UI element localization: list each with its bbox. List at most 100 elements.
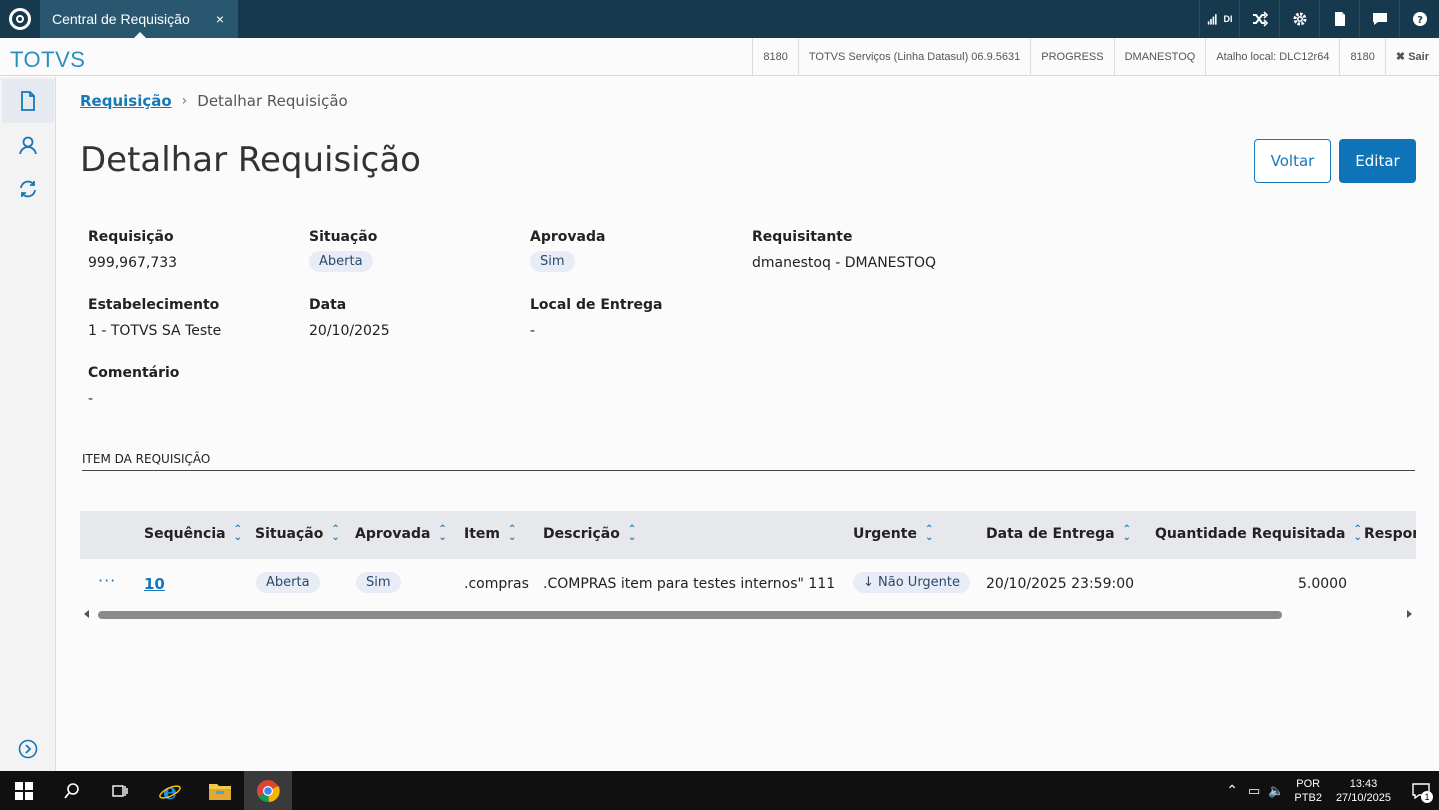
breadcrumb-separator-icon: › (181, 93, 188, 109)
field-value: 999,967,733 (88, 255, 178, 271)
sort-icon: ⌃ ⌄ (1353, 524, 1362, 543)
page-title: Detalhar Requisição (80, 140, 421, 180)
col-label: Situação (255, 526, 324, 542)
row-actions-icon[interactable]: ··· (98, 571, 116, 590)
document-icon[interactable] (1319, 0, 1359, 38)
sort-icon: ⌃ ⌄ (438, 524, 447, 543)
row-status-badge: Aberta (256, 572, 320, 593)
svg-text:e: e (163, 779, 177, 803)
field-label: Situação (309, 229, 378, 245)
volume-icon[interactable]: 🔈 (1268, 783, 1284, 799)
col-label: Sequência (144, 526, 226, 542)
info-database: PROGRESS (1030, 38, 1113, 75)
top-icons: DI ? (1199, 0, 1439, 38)
chat-icon[interactable] (1359, 0, 1399, 38)
row-approved-badge: Sim (356, 572, 401, 593)
field-label: Requisição (88, 229, 174, 245)
sort-icon: ⌃ ⌄ (924, 524, 934, 543)
rail-refresh-button[interactable] (2, 167, 54, 211)
horizontal-scrollbar[interactable] (80, 608, 1416, 622)
signal-icon[interactable]: DI (1199, 0, 1239, 38)
field-value: dmanestoq - DMANESTOQ (752, 255, 937, 271)
field-estabelecimento: Estabelecimento 1 - TOTVS SA Teste (88, 297, 221, 339)
rail-user-button[interactable] (2, 123, 54, 167)
tab-central-requisicao[interactable]: Central de Requisição × (40, 0, 238, 38)
clock[interactable]: 13:43 27/10/2025 (1336, 777, 1391, 805)
info-product: TOTVS Serviços (Linha Datasul) 06.9.5631 (797, 38, 1030, 75)
document-icon (21, 91, 35, 111)
scroll-left-icon[interactable] (84, 610, 89, 618)
field-value: 20/10/2025 (309, 323, 390, 339)
row-sequencia-link[interactable]: 10 (144, 575, 165, 593)
sort-icon: ⌃ ⌄ (1122, 524, 1131, 543)
task-view-icon[interactable] (96, 771, 144, 810)
shuffle-icon[interactable] (1239, 0, 1279, 38)
row-descricao: .COMPRAS item para testes internos" 111 (543, 576, 836, 592)
field-comentario: Comentário - (88, 365, 179, 407)
chevron-right-circle-icon (18, 739, 38, 759)
col-aprovada[interactable]: Aprovada ⌃ ⌄ (355, 524, 447, 543)
approved-badge: Sim (530, 251, 575, 272)
clock-date: 27/10/2025 (1335, 791, 1391, 804)
refresh-icon (20, 180, 36, 198)
col-urgente[interactable]: Urgente ⌃ ⌄ (853, 524, 934, 543)
field-requisicao: Requisição 999,967,733 (88, 229, 177, 271)
logout-button[interactable]: ✖ Sair (1384, 38, 1439, 75)
edit-button[interactable]: Editar (1339, 139, 1416, 183)
field-value: 1 - TOTVS SA Teste (88, 323, 222, 339)
col-item[interactable]: Item ⌃ ⌄ (464, 525, 516, 543)
totvs-logo-icon[interactable] (9, 8, 31, 30)
field-situacao: Situação Aberta (309, 229, 377, 272)
windows-taskbar: e ⌃ ▭ 🔈 POR PTB2 13:43 27/10/2025 1 (0, 771, 1439, 810)
row-quantidade: 5.0000 (1298, 576, 1347, 592)
row-item: .compras (464, 576, 529, 592)
sort-icon: ⌃ ⌄ (627, 524, 637, 543)
field-value: - (530, 323, 536, 339)
info-port-2: 8180 (1339, 38, 1384, 75)
internet-explorer-icon[interactable]: e (146, 771, 194, 810)
field-label: Local de Entrega (530, 297, 663, 313)
notifications-icon[interactable]: 1 (1403, 771, 1439, 810)
system-tray: ⌃ ▭ 🔈 POR PTB2 13:43 27/10/2025 1 (1226, 771, 1439, 810)
rail-document-button[interactable] (2, 79, 54, 123)
col-sequencia[interactable]: Sequência ⌃ ⌄ (144, 525, 242, 543)
section-title: ITEM DA REQUISIÇÃO (82, 452, 1415, 471)
brand-logo: TOTVS (10, 47, 86, 72)
tray-chevron-up-icon[interactable]: ⌃ (1226, 782, 1238, 799)
back-button[interactable]: Voltar (1254, 139, 1331, 183)
session-info: 8180 TOTVS Serviços (Linha Datasul) 06.9… (752, 38, 1439, 76)
tab-title: Central de Requisição (52, 11, 190, 27)
language-indicator[interactable]: POR PTB2 (1294, 777, 1322, 805)
chrome-icon[interactable] (244, 771, 292, 810)
tab-close-icon[interactable]: × (216, 11, 224, 27)
windows-start-icon[interactable] (0, 771, 48, 810)
file-explorer-icon[interactable] (196, 771, 244, 810)
info-user: DMANESTOQ (1113, 38, 1206, 75)
col-label: Descrição (543, 526, 620, 542)
clock-time: 13:43 (1349, 777, 1378, 790)
field-requisitante: Requisitante dmanestoq - DMANESTOQ (752, 229, 936, 271)
row-urgency-badge: ↓ Não Urgente (853, 572, 971, 593)
network-icon[interactable]: ▭ (1248, 783, 1260, 799)
col-label: Quantidade Requisitada (1155, 526, 1346, 542)
col-quantidade[interactable]: Quantidade Requisitada ⌃ ⌄ (1155, 524, 1362, 543)
col-responsavel[interactable]: Respon (1364, 526, 1416, 542)
col-label: Respon (1364, 526, 1416, 542)
field-label: Requisitante (752, 229, 853, 245)
search-icon[interactable] (48, 771, 96, 810)
col-situacao[interactable]: Situação ⌃ ⌄ (255, 525, 340, 543)
breadcrumb: Requisição › Detalhar Requisição (80, 92, 348, 110)
scroll-right-icon[interactable] (1407, 610, 1412, 618)
col-label: Aprovada (355, 526, 431, 542)
gear-icon[interactable] (1279, 0, 1319, 38)
lang-top: POR (1296, 777, 1321, 790)
signal-label: DI (1223, 14, 1233, 24)
field-local-entrega: Local de Entrega - (530, 297, 662, 339)
scrollbar-thumb[interactable] (98, 611, 1282, 619)
help-icon[interactable]: ? (1399, 0, 1439, 38)
col-data-entrega[interactable]: Data de Entrega ⌃ ⌄ (986, 524, 1131, 543)
rail-expand-button[interactable] (2, 727, 54, 771)
lang-bottom: PTB2 (1294, 791, 1322, 804)
breadcrumb-requisicao-link[interactable]: Requisição (80, 92, 172, 110)
col-descricao[interactable]: Descrição ⌃ ⌄ (543, 524, 637, 543)
